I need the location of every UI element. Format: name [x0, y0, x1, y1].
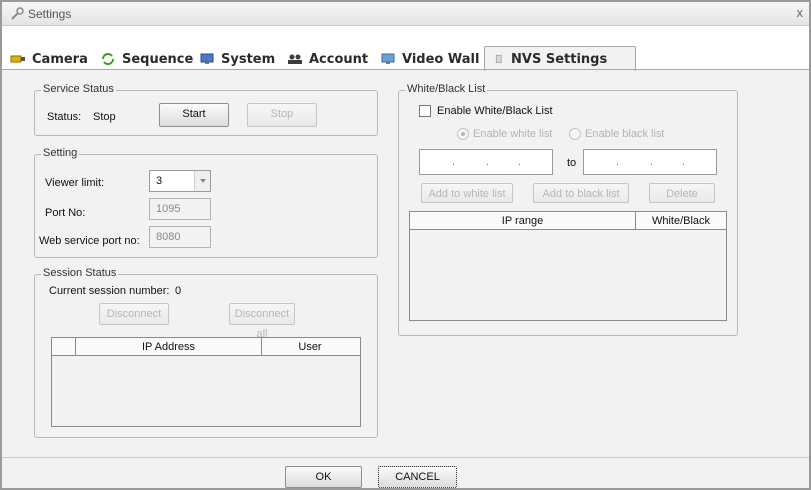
ip-dot: .: [682, 156, 686, 168]
start-button[interactable]: Start: [159, 103, 229, 127]
enable-white-label: Enable white list: [473, 128, 553, 140]
document-icon: [495, 54, 502, 64]
window-title: Settings: [28, 7, 72, 21]
tab-video-wall[interactable]: Video Wall: [380, 48, 479, 70]
tab-video-wall-label: Video Wall: [402, 51, 480, 67]
monitor-icon: [200, 53, 214, 64]
tab-system-label: System: [221, 51, 276, 67]
setting-group: Setting Viewer limit: 3 Port No: 1095 We…: [34, 147, 378, 258]
ip-dot: .: [616, 156, 620, 168]
web-port-field[interactable]: 8080: [149, 226, 211, 248]
disconnect-all-button[interactable]: Disconnect all: [229, 303, 295, 340]
ip-dot: .: [452, 156, 456, 168]
viewer-limit-select[interactable]: 3: [149, 170, 211, 192]
ip-dot: .: [650, 156, 654, 168]
web-port-label: Web service port no:: [39, 235, 140, 247]
tab-account[interactable]: Account: [287, 48, 368, 70]
ip-dot: .: [518, 156, 522, 168]
ok-button[interactable]: OK: [285, 466, 362, 488]
enable-black-label: Enable black list: [585, 128, 665, 140]
session-status-legend: Session Status: [41, 267, 119, 279]
enable-black-radio[interactable]: [569, 128, 581, 140]
tab-sequence[interactable]: Sequence: [100, 48, 193, 70]
tab-divider: [2, 69, 809, 70]
port-field[interactable]: 1095: [149, 198, 211, 220]
tab-account-label: Account: [309, 51, 369, 67]
status-value: Stop: [93, 111, 116, 123]
setting-legend: Setting: [41, 147, 80, 159]
tab-system[interactable]: System: [199, 48, 275, 70]
enable-list-label: Enable White/Black List: [437, 105, 553, 117]
column-ip-range[interactable]: IP range: [410, 212, 636, 230]
viewer-limit-value: 3: [156, 175, 163, 187]
service-status-group: Service Status Status: Stop Start Stop: [34, 83, 378, 136]
sequence-icon: [102, 53, 114, 65]
users-icon: [288, 54, 302, 64]
column-white-black[interactable]: White/Black: [636, 212, 726, 230]
current-session-label: Current session number:: [49, 285, 170, 297]
chevron-down-icon[interactable]: [194, 171, 210, 191]
tab-sequence-label: Sequence: [122, 51, 194, 67]
settings-window: Settings x Camera Sequence System Accoun…: [0, 0, 811, 490]
camera-icon: [10, 55, 25, 63]
close-button[interactable]: x: [797, 5, 804, 20]
add-to-white-list-button[interactable]: Add to white list: [421, 183, 513, 203]
port-label: Port No:: [45, 207, 86, 219]
tab-bar: Camera Sequence System Account Video Wal…: [2, 26, 809, 71]
white-black-legend: White/Black List: [405, 83, 488, 95]
tab-nvs-settings-label: NVS Settings: [511, 51, 608, 67]
viewer-limit-label: Viewer limit:: [45, 177, 105, 189]
add-to-black-list-button[interactable]: Add to black list: [533, 183, 629, 203]
disconnect-button[interactable]: Disconnect: [99, 303, 169, 325]
column-ip-address[interactable]: IP Address: [76, 338, 262, 356]
ip-to-input[interactable]: . . .: [583, 149, 717, 175]
tab-nvs-settings[interactable]: NVS Settings: [484, 46, 637, 71]
session-table-spacer: [52, 338, 76, 356]
session-table-header: IP Address User: [52, 338, 360, 356]
cancel-button[interactable]: CANCEL: [378, 466, 457, 488]
status-label: Status:: [47, 111, 82, 123]
video-wall-icon: [381, 53, 395, 64]
ip-from-input[interactable]: . . .: [419, 149, 553, 175]
enable-list-checkbox[interactable]: [419, 105, 431, 117]
service-status-legend: Service Status: [41, 83, 116, 95]
enable-white-radio[interactable]: [457, 128, 469, 140]
session-table[interactable]: IP Address User: [51, 337, 361, 427]
column-user[interactable]: User: [262, 338, 358, 356]
ip-dot: .: [486, 156, 490, 168]
session-status-group: Session Status Current session number: 0…: [34, 267, 378, 438]
to-label: to: [567, 157, 577, 169]
title-bar: Settings x: [2, 2, 809, 26]
wrench-icon: [11, 7, 24, 20]
ip-range-table[interactable]: IP range White/Black: [409, 211, 727, 321]
stop-button[interactable]: Stop: [247, 103, 317, 127]
tab-camera-label: Camera: [32, 51, 88, 67]
white-black-list-group: White/Black List Enable White/Black List…: [398, 83, 738, 336]
ip-range-table-header: IP range White/Black: [410, 212, 726, 230]
footer-divider: [2, 457, 809, 458]
tab-camera[interactable]: Camera: [10, 48, 88, 70]
current-session-value: 0: [175, 285, 182, 297]
delete-button[interactable]: Delete: [649, 183, 715, 203]
